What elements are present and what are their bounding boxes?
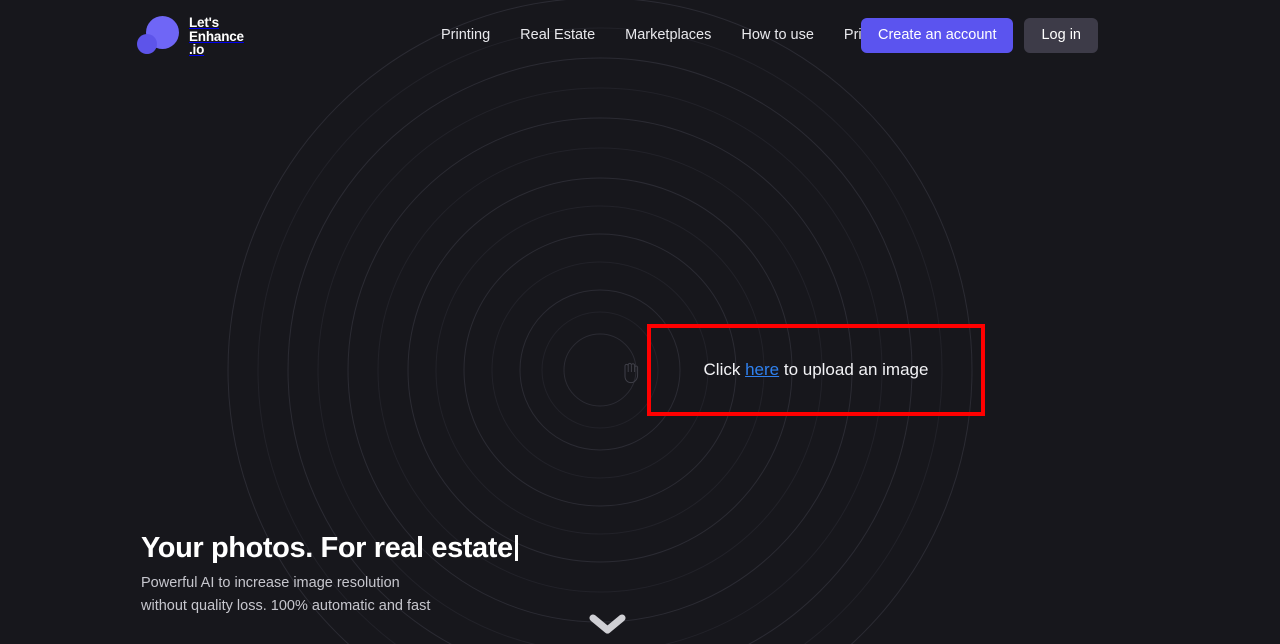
logo-link[interactable]: Let's Enhance .io (134, 10, 244, 58)
upload-text-suffix: to upload an image (779, 360, 929, 379)
create-account-button[interactable]: Create an account (860, 18, 1014, 53)
main-navigation: Printing Real Estate Marketplaces How to… (441, 26, 888, 44)
upload-text-prefix: Click (703, 360, 746, 379)
typing-caret (514, 535, 518, 561)
hero-subtitle-line-1: Powerful AI to increase image resolution (141, 575, 400, 591)
login-button[interactable]: Log in (1024, 18, 1098, 53)
logo-line-1: Let's (189, 15, 219, 30)
upload-instruction-text: Click here to upload an image (704, 360, 929, 380)
hand-grab-cursor-icon (619, 356, 643, 386)
hero-copy: Your photos. For real estate Powerful AI… (141, 531, 518, 617)
logo-line-3: .io (189, 42, 205, 57)
nav-item-how-to-use[interactable]: How to use (741, 26, 814, 44)
site-header: Let's Enhance .io Printing Real Estate M… (0, 0, 1280, 70)
logo-wordmark: Let's Enhance .io (189, 10, 244, 57)
logo-line-2: Enhance (189, 28, 244, 44)
upload-dropzone[interactable]: Click here to upload an image (648, 326, 984, 414)
nav-item-printing[interactable]: Printing (441, 26, 490, 44)
nav-item-marketplaces[interactable]: Marketplaces (625, 26, 711, 44)
auth-actions: Create an account Log in (860, 18, 1098, 53)
nav-item-real-estate[interactable]: Real Estate (520, 26, 595, 44)
hero-subtitle: Powerful AI to increase image resolution… (141, 572, 518, 617)
chevron-down-icon[interactable] (589, 614, 626, 636)
page-root: Let's Enhance .io Printing Real Estate M… (0, 0, 1280, 644)
lets-enhance-circles-logo-icon (134, 10, 180, 58)
page-title: Your photos. For real estate (141, 531, 518, 565)
hero-subtitle-line-2: without quality loss. 100% automatic and… (141, 597, 431, 614)
headline-text: Your photos. For real estate (141, 532, 513, 564)
upload-here-link[interactable]: here (745, 360, 779, 379)
